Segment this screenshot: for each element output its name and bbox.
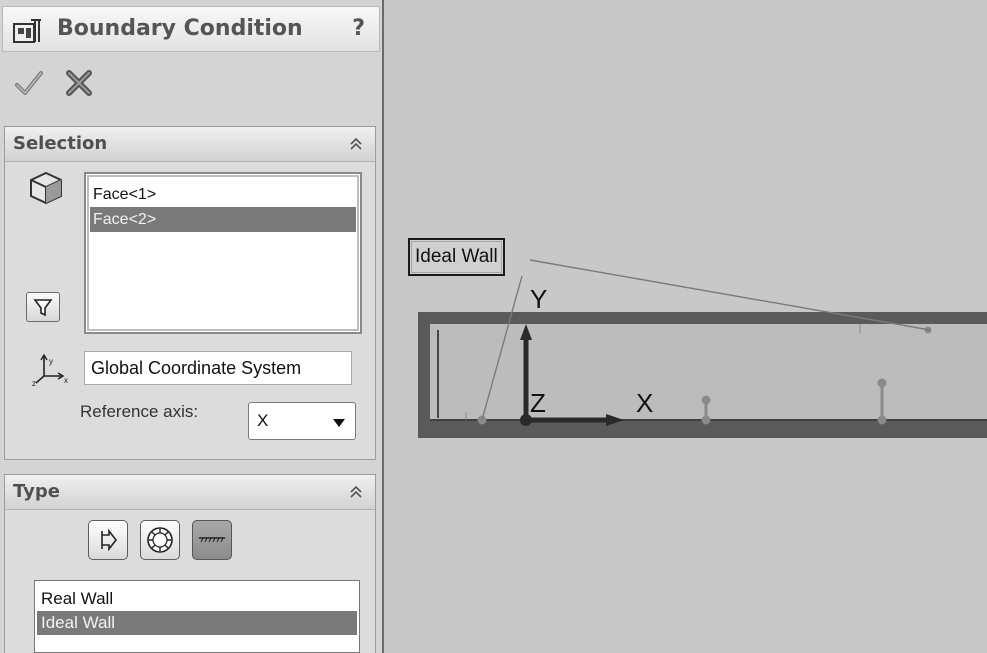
pressure-opening-icon <box>147 527 173 553</box>
reference-axis-dropdown[interactable]: X <box>248 402 356 440</box>
face-selection-cube-icon <box>30 171 62 205</box>
inlet-outlet-type-button[interactable] <box>88 520 128 560</box>
reference-axis-label: Reference axis: <box>80 402 199 421</box>
wall-type-button[interactable] <box>192 520 232 560</box>
selection-filter-button[interactable] <box>26 292 60 322</box>
type-group-header[interactable]: Type <box>5 475 375 510</box>
ok-checkmark-icon[interactable] <box>14 68 44 98</box>
channel-fluid-region[interactable] <box>430 324 987 420</box>
type-group-title: Type <box>13 481 60 502</box>
selection-group-header[interactable]: Selection <box>5 127 375 162</box>
inlet-outlet-icon <box>101 528 118 552</box>
chevron-down-icon <box>333 419 345 427</box>
svg-text:z: z <box>32 379 36 386</box>
help-icon[interactable]: ? <box>352 16 365 41</box>
collapse-chevron-icon[interactable] <box>347 483 365 501</box>
panel-title: Boundary Condition <box>57 16 303 41</box>
panel-titlebar: Boundary Condition ? <box>2 6 380 52</box>
pressure-opening-type-button[interactable] <box>140 520 180 560</box>
ideal-wall-callout[interactable]: Ideal Wall <box>408 238 505 276</box>
x-axis-label: X <box>636 388 654 418</box>
wall-icon <box>199 537 225 543</box>
y-axis-label: Y <box>530 284 548 314</box>
faces-selection-list[interactable]: Face<1> Face<2> <box>84 172 362 334</box>
selection-group-title: Selection <box>13 133 108 154</box>
svg-text:x: x <box>64 376 68 385</box>
list-item[interactable]: Ideal Wall <box>37 611 357 635</box>
cancel-x-icon[interactable] <box>64 68 94 98</box>
list-item[interactable]: Face<1> <box>90 182 356 207</box>
wall-type-list[interactable]: Real Wall Ideal Wall <box>34 580 360 653</box>
graphics-viewport[interactable] <box>386 0 987 653</box>
collapse-chevron-icon[interactable] <box>347 135 365 153</box>
z-axis-label: Z <box>530 388 546 418</box>
coordinate-system-icon: y x z <box>32 353 68 386</box>
coordinate-system-field[interactable]: Global Coordinate System <box>84 351 352 385</box>
list-item[interactable]: Face<2> <box>90 207 356 232</box>
reference-axis-value: X <box>257 411 269 430</box>
property-manager-panel: Boundary Condition ? Selection Face<1> F… <box>0 0 384 653</box>
svg-text:y: y <box>49 357 53 366</box>
boundary-condition-icon <box>13 19 41 43</box>
filter-funnel-icon <box>33 299 53 317</box>
list-item[interactable]: Real Wall <box>37 587 357 611</box>
